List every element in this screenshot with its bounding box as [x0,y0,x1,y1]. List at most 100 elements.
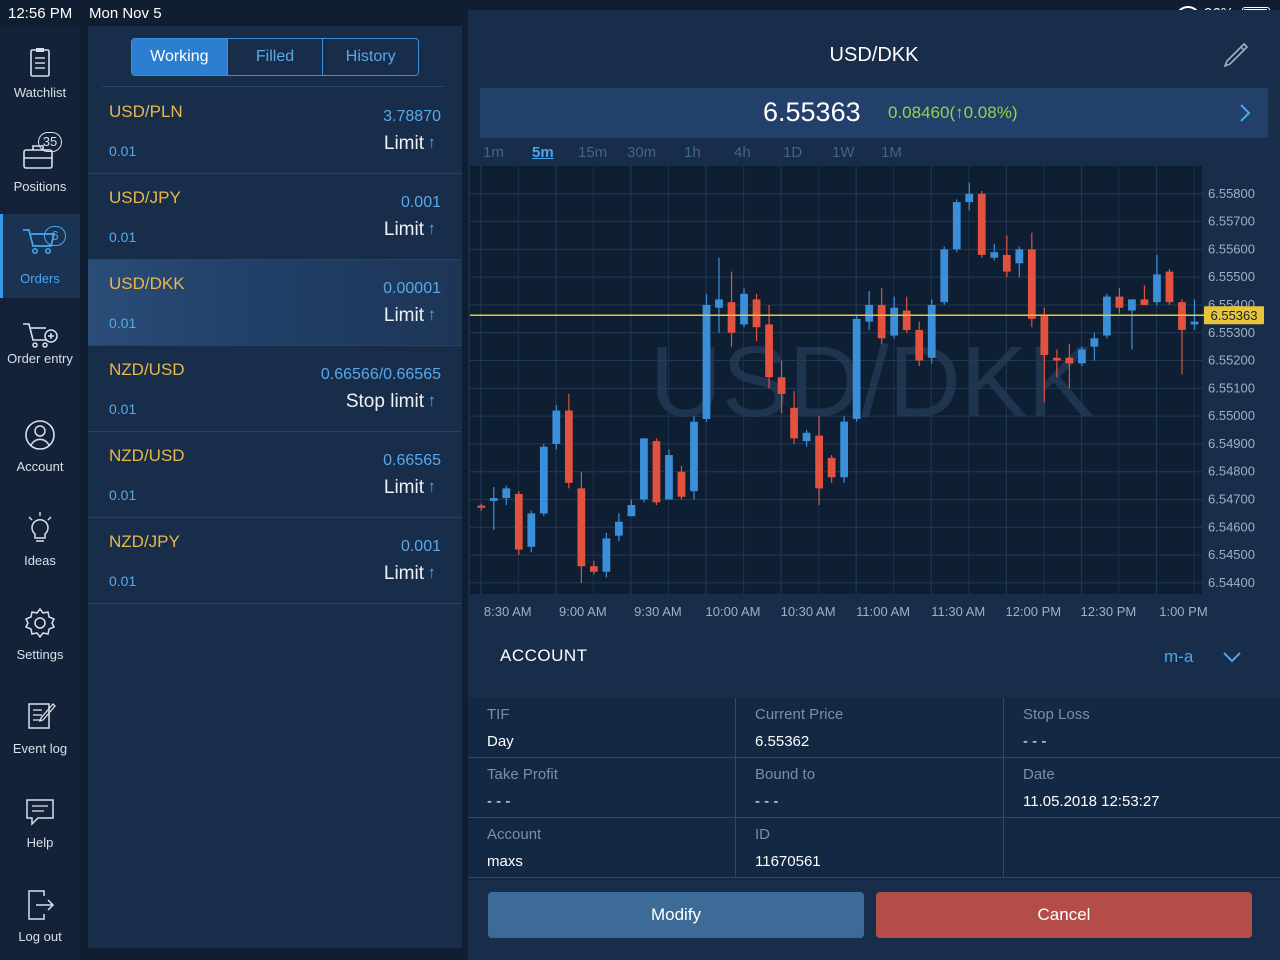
account-value: m-a [1164,647,1194,666]
nav-help[interactable]: Help [0,786,80,870]
current-price-label: 6.55363 [1211,308,1258,323]
candle-body [965,193,974,203]
x-tick-label: 1:00 PM [1159,604,1207,619]
order-row[interactable]: USD/PLN 3.78870 0.01 Limit ↑ [88,88,462,174]
nav-ideas[interactable]: Ideas [0,504,80,588]
timeframe-1d[interactable]: 1D [783,144,802,161]
field-value: 11.05.2018 12:53:27 [1023,793,1160,810]
field-account: Account maxs [468,818,736,878]
field-value: 6.55362 [755,733,810,750]
timeframe-15m[interactable]: 15m [578,144,607,161]
order-type: Limit [383,219,424,240]
candlestick-chart[interactable]: 6.558006.557006.556006.555006.554006.553… [470,166,1280,626]
candle-body [589,566,598,572]
candle-body [552,410,561,444]
nav-watchlist[interactable]: Watchlist [0,40,80,124]
y-tick-label: 6.54400 [1208,575,1255,590]
chevron-down-icon[interactable] [1222,650,1242,664]
order-row[interactable]: USD/JPY 0.001 0.01 Limit ↑ [88,174,462,260]
nav-order-entry[interactable]: Order entry [0,310,80,394]
order-price: 0.66565 [383,452,441,469]
x-tick-label: 9:00 AM [559,604,607,619]
field-label: TIF [487,706,510,723]
order-row[interactable]: NZD/USD 0.66565 0.01 Limit ↑ [88,432,462,518]
nav-settings[interactable]: Settings [0,598,80,682]
account-selector[interactable]: ACCOUNT m-a [468,626,1280,686]
order-price: 0.66566/0.66565 [320,366,441,383]
tab-working[interactable]: Working [132,39,227,75]
nav-order-entry-label: Order entry [7,351,73,366]
field-value: 11670561 [755,853,821,870]
order-quantity: 0.01 [109,401,137,417]
timeframe-1w[interactable]: 1W [832,144,855,161]
instrument-title: USD/DKK [829,44,919,66]
tab-history[interactable]: History [322,39,418,75]
candle-body [677,471,686,497]
cancel-button[interactable]: Cancel [876,892,1252,938]
field-bound-to: Bound to - - - [736,758,1004,818]
lightbulb-icon [28,512,52,542]
candle-body [477,505,486,508]
price-change: 0.08460(↑0.08%) [888,103,1018,122]
candle-body [1027,249,1036,319]
price-chart[interactable]: 6.55800 6.55700 6.55600 6.55500 6.55400 6.553… [470,166,1280,626]
candle-body [1052,357,1061,361]
candle-body [915,329,924,361]
chart-watermark: USD/DKK [650,326,1095,438]
order-type: Stop limit [345,391,424,412]
order-quantity: 0.01 [109,487,137,503]
nav-log-out[interactable]: Log out [0,880,80,960]
chat-bubble-icon [26,799,54,826]
positions-badge: 35 [38,132,62,152]
candle-body [514,493,523,550]
nav-orders[interactable]: 6 Orders [0,214,80,298]
order-price: 0.001 [400,194,441,211]
tab-filled[interactable]: Filled [226,39,323,75]
candle-body [1178,302,1186,330]
y-tick-label: 6.55200 [1208,353,1255,368]
candle-body [1115,296,1124,308]
order-quantity: 0.01 [109,143,137,159]
quote-bar[interactable]: 6.55363 0.08460(↑0.08%) [480,88,1268,138]
arrow-up-icon: ↑ [427,133,437,152]
timeframe-1mo[interactable]: 1M [881,144,902,161]
timeframe-1h[interactable]: 1h [684,144,701,161]
y-tick-label: 6.54500 [1208,547,1255,562]
nav-watchlist-label: Watchlist [13,85,67,100]
candle-body [940,249,949,303]
x-tick-label: 8:30 AM [484,604,532,619]
y-tick-label: 6.55300 [1208,325,1255,340]
candle-body [702,304,711,419]
candle-body [1077,349,1086,364]
timeframe-1m[interactable]: 1m [483,144,504,161]
y-tick-label: 6.54800 [1208,464,1255,479]
timeframe-4h[interactable]: 4h [734,144,751,161]
order-quantity: 0.01 [109,229,137,245]
modify-button[interactable]: Modify [488,892,864,938]
nav-orders-label: Orders [20,271,60,286]
candle-body [640,438,648,500]
field-value: Day [487,733,514,750]
candle-body [815,435,823,489]
nav-account[interactable]: Account [0,410,80,494]
candle-body [990,252,999,258]
field-value: maxs [487,853,523,870]
orders-panel: Working Filled History USD/PLN 3.78870 0… [88,26,462,948]
nav-positions[interactable]: 35 Positions [0,130,80,214]
pencil-icon[interactable] [1220,40,1250,70]
y-tick-label: 6.55100 [1208,380,1255,395]
chevron-right-icon[interactable] [1238,102,1252,124]
order-symbol: USD/JPY [109,188,181,207]
y-tick-label: 6.55000 [1208,408,1255,423]
timeframe-30m[interactable]: 30m [627,144,656,161]
x-tick-label: 11:00 AM [856,604,910,619]
candle-body [1002,254,1011,272]
nav-event-log[interactable]: Event log [0,692,80,776]
timeframe-5m[interactable]: 5m [532,144,554,161]
order-row[interactable]: NZD/JPY 0.001 0.01 Limit ↑ [88,518,462,604]
notepad-pencil-icon [28,703,56,729]
x-tick-label: 10:00 AM [706,604,761,619]
field-stop-loss: Stop Loss - - - [1004,698,1280,758]
order-row[interactable]: NZD/USD 0.66566/0.66565 0.01 Stop limit … [88,346,462,432]
order-row-selected[interactable]: USD/DKK 0.00001 0.01 Limit ↑ [88,260,462,346]
